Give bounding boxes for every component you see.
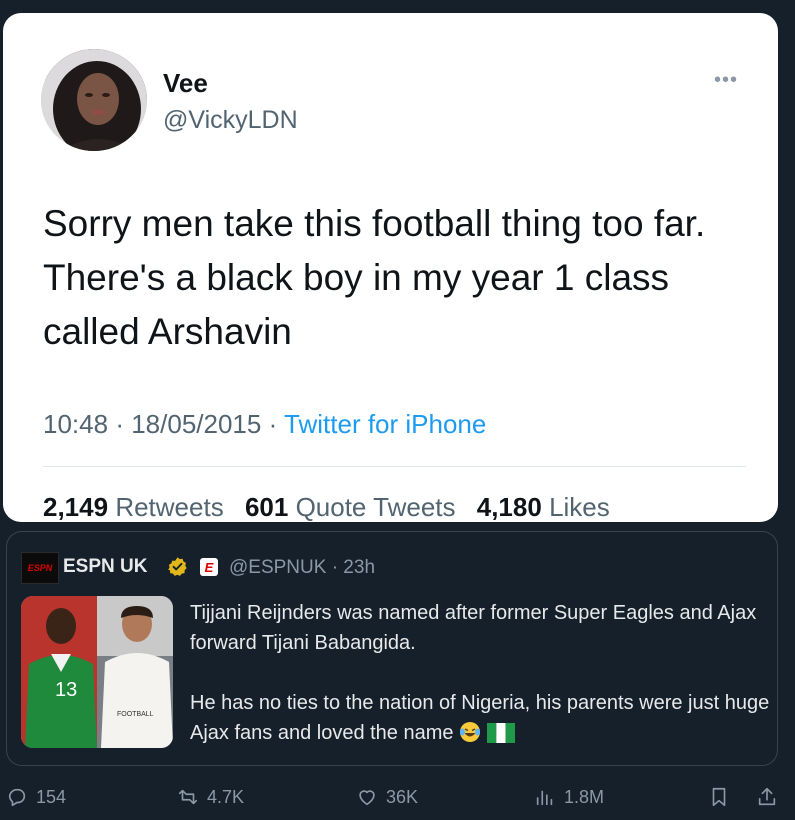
views-icon <box>536 790 553 806</box>
tweet-timestamp: 10:48 · 18/05/2015 · Twitter for iPhone <box>43 409 486 440</box>
like-count: 36K <box>386 786 419 807</box>
repost-icon <box>178 789 198 805</box>
tweet-source: Twitter for iPhone <box>284 409 487 439</box>
like-icon <box>359 790 375 806</box>
espn-logo[interactable]: ESPN <box>21 552 59 584</box>
bookmark-icon <box>712 787 726 807</box>
reply-count: 154 <box>36 786 67 807</box>
gold-verified-badge-icon <box>168 557 187 576</box>
tweet-date: 18/05/2015 <box>131 409 262 439</box>
meta-separator: · <box>115 409 124 439</box>
repost-button[interactable]: 4.7K <box>177 786 244 808</box>
bookmark-button[interactable] <box>708 786 730 808</box>
quoted-author-name[interactable]: ESPN UK <box>63 556 147 578</box>
tweet-time: 10:48 <box>43 409 109 439</box>
author-handle: @VickyLDN <box>163 106 298 134</box>
affiliate-badge[interactable]: E <box>200 558 218 576</box>
meta-separator: · <box>268 409 278 439</box>
jersey-sponsor-text: FOOTBALL <box>117 711 154 718</box>
retweets-label: Retweets <box>115 492 224 522</box>
more-dots-icon: ••• <box>714 69 739 91</box>
nigeria-flag-icon <box>486 723 515 743</box>
views-count: 1.8M <box>564 786 605 807</box>
views-button[interactable]: 1.8M <box>534 786 604 808</box>
tweet-stats: 2,149 Retweets 601 Quote Tweets 4,180 Li… <box>43 492 610 523</box>
author-name: Vee <box>163 68 208 98</box>
author-avatar <box>41 49 147 151</box>
likes-label: Likes <box>549 492 610 522</box>
tweet-screenshot-image[interactable]: Vee @VickyLDN ••• Sorry men take this fo… <box>3 13 778 522</box>
retweets-count: 2,149 <box>43 492 109 522</box>
quoted-paragraph-1: Tijjani Reijnders was named after former… <box>190 602 757 654</box>
quotes-count: 601 <box>244 492 289 522</box>
tweet-text: Sorry men take this football thing too f… <box>43 203 706 352</box>
repost-count: 4.7K <box>207 786 245 807</box>
likes-count: 4,180 <box>476 492 542 522</box>
quoted-handle-time: @ESPNUK · 23h <box>229 557 376 578</box>
reply-icon <box>8 788 26 807</box>
quoted-tweet[interactable]: ESPN ESPN UK E @ESPNUK · 23h 13 FOOTBALL… <box>6 531 778 766</box>
quoted-media-image[interactable]: 13 FOOTBALL <box>21 596 173 748</box>
laughing-tears-emoji-icon <box>460 722 481 742</box>
reply-button[interactable]: 154 <box>6 786 66 808</box>
like-button[interactable]: 36K <box>356 786 418 808</box>
share-icon <box>758 787 776 806</box>
jersey-number: 13 <box>55 679 77 701</box>
divider <box>43 466 746 467</box>
share-button[interactable] <box>756 786 778 808</box>
quoted-tweet-text: Tijjani Reijnders was named after former… <box>190 598 775 748</box>
quotes-label: Quote Tweets <box>295 492 456 522</box>
